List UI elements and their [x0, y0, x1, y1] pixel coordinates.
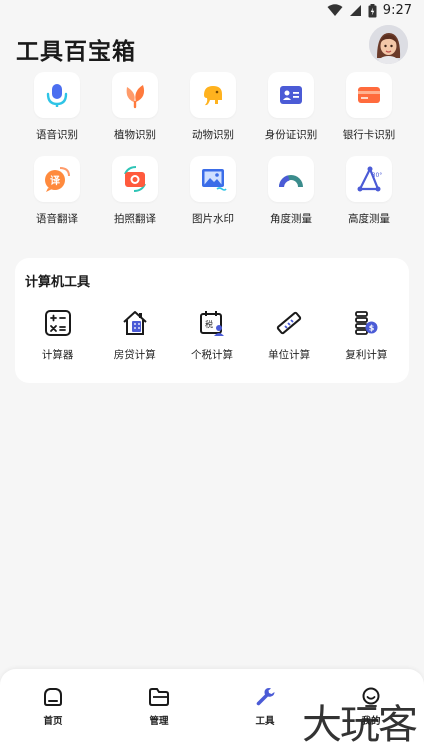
svg-text:$: $	[369, 324, 375, 333]
nav-label: 工具	[255, 716, 275, 727]
tool-plant-recognition[interactable]: 植物识别	[96, 72, 174, 142]
tool-label: 银行卡识别	[342, 129, 396, 141]
tool-label: 高度测量	[348, 213, 390, 225]
calculator-icon	[43, 308, 73, 338]
calc-label: 个税计算	[190, 349, 233, 361]
camera-translate-icon	[112, 156, 158, 202]
tool-id-card-recognition[interactable]: 身份证识别	[252, 72, 330, 142]
tool-bank-card-recognition[interactable]: 银行卡识别	[330, 72, 408, 142]
tool-label: 语音识别	[36, 129, 78, 141]
tool-compound-interest[interactable]: $ 复利计算	[331, 308, 401, 362]
watermark: 大玩客	[302, 702, 418, 748]
tool-image-watermark[interactable]: 图片水印	[174, 156, 252, 226]
status-time: 9:27	[382, 3, 412, 18]
tool-height-measure[interactable]: 30° 高度测量	[330, 156, 408, 226]
calc-label: 单位计算	[268, 349, 311, 361]
tool-animal-recognition[interactable]: 动物识别	[174, 72, 252, 142]
tax-calendar-icon: 税	[197, 308, 227, 338]
tool-photo-translation[interactable]: 拍照翻译	[96, 156, 174, 226]
tool-grid: 语音识别 植物识别 动物识别 身份证识别 银行卡识别 译 语音翻译 拍照翻译 图…	[18, 72, 406, 226]
house-loan-icon	[120, 308, 150, 338]
tool-voice-translation[interactable]: 译 语音翻译	[18, 156, 96, 226]
nav-home[interactable]: 首页	[0, 669, 106, 753]
battery-icon	[368, 3, 377, 17]
signal-icon	[349, 5, 361, 16]
speech-translate-icon: 译	[34, 156, 80, 202]
tool-label: 身份证识别	[264, 129, 318, 141]
tool-house-loan[interactable]: 房贷计算	[100, 308, 170, 362]
tool-voice-recognition[interactable]: 语音识别	[18, 72, 96, 142]
folder-icon	[149, 688, 169, 706]
tool-label: 拍照翻译	[114, 213, 156, 225]
calculator-tools-card: 计算机工具 计算器 房贷计算 税 个税计算 单位计算 $ 复利计算	[15, 258, 409, 383]
protractor-icon	[268, 156, 314, 202]
svg-text:30°: 30°	[372, 172, 383, 179]
id-card-icon	[268, 72, 314, 118]
status-icons: 9:27	[327, 3, 412, 18]
microphone-icon	[34, 72, 80, 118]
leaf-icon	[112, 72, 158, 118]
tool-angle-measure[interactable]: 角度测量	[252, 156, 330, 226]
tool-label: 语音翻译	[36, 213, 78, 225]
elephant-icon	[190, 72, 236, 118]
section-title: 计算机工具	[25, 275, 91, 290]
tool-label: 植物识别	[114, 129, 156, 141]
tool-unit-conversion[interactable]: 单位计算	[254, 308, 324, 362]
height-measure-icon: 30°	[346, 156, 392, 202]
page-title: 工具百宝箱	[16, 39, 136, 65]
calculator-tools-row: 计算器 房贷计算 税 个税计算 单位计算 $ 复利计算	[15, 308, 409, 362]
svg-text:税: 税	[205, 319, 213, 329]
status-bar: 9:27	[0, 0, 424, 24]
tool-label: 角度测量	[270, 213, 312, 225]
avatar[interactable]	[369, 25, 408, 64]
calc-label: 计算器	[41, 349, 74, 361]
tool-income-tax[interactable]: 税 个税计算	[177, 308, 247, 362]
image-watermark-icon	[190, 156, 236, 202]
wifi-icon	[327, 4, 343, 16]
svg-text:译: 译	[50, 174, 61, 187]
nav-label: 管理	[149, 716, 169, 727]
tool-label: 图片水印	[192, 213, 234, 225]
ruler-icon	[274, 308, 304, 338]
nav-manage[interactable]: 管理	[106, 669, 212, 753]
tool-label: 动物识别	[192, 129, 234, 141]
nav-label: 首页	[43, 716, 63, 727]
calc-label: 房贷计算	[113, 349, 156, 361]
calc-label: 复利计算	[345, 349, 388, 361]
coin-stack-icon: $	[351, 308, 381, 338]
bank-card-icon	[346, 72, 392, 118]
tool-calculator[interactable]: 计算器	[23, 308, 93, 362]
wrench-icon	[256, 688, 275, 706]
home-icon	[44, 688, 62, 706]
